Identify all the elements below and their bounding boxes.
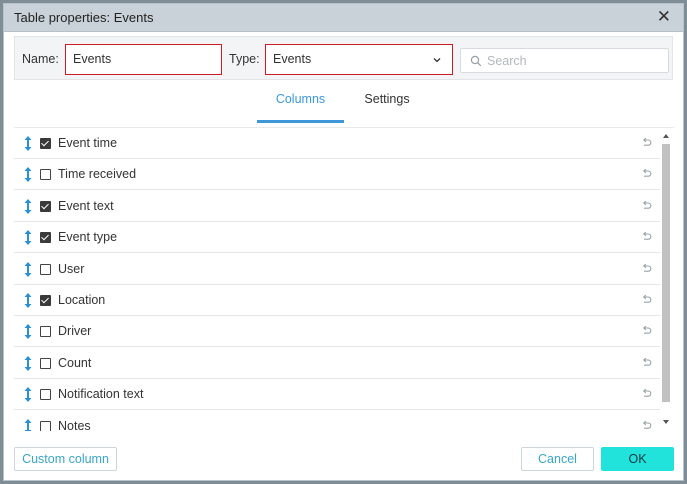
name-label: Name: [22, 52, 59, 66]
column-row[interactable]: User [14, 254, 660, 285]
dialog-titlebar: Table properties: Events ✕ [4, 4, 683, 32]
undo-icon[interactable] [641, 325, 652, 335]
chevron-down-icon [433, 58, 441, 63]
name-field[interactable]: Events [65, 44, 222, 75]
ok-button[interactable]: OK [601, 447, 674, 471]
undo-icon[interactable] [641, 200, 652, 210]
drag-handle-icon[interactable] [24, 261, 32, 277]
undo-icon[interactable] [641, 294, 652, 304]
drag-handle-icon[interactable] [24, 418, 32, 431]
scroll-up-arrow-icon[interactable] [663, 134, 669, 138]
cancel-button[interactable]: Cancel [521, 447, 594, 471]
column-label: Event time [58, 136, 118, 150]
column-checkbox[interactable] [40, 138, 51, 149]
column-row[interactable]: Driver [14, 316, 660, 348]
tab-columns[interactable]: Columns [257, 86, 344, 123]
column-label: User [58, 261, 85, 276]
undo-icon[interactable] [641, 388, 652, 398]
search-icon [470, 55, 482, 67]
drag-handle-icon[interactable] [24, 167, 32, 183]
undo-icon[interactable] [641, 357, 652, 367]
column-label: Notification text [58, 387, 144, 402]
undo-icon[interactable] [641, 263, 652, 273]
column-checkbox[interactable] [40, 295, 51, 306]
table-properties-dialog: Table properties: Events ✕ Name: Events … [3, 3, 684, 481]
scroll-down-arrow-icon[interactable] [663, 420, 669, 424]
drag-handle-icon[interactable] [24, 355, 32, 371]
column-label: Time received [58, 167, 137, 182]
undo-icon[interactable] [641, 137, 652, 147]
column-row[interactable]: Time received [14, 159, 660, 191]
column-row[interactable]: Event text [14, 191, 660, 222]
column-row[interactable]: Notes [14, 411, 660, 431]
tab-settings[interactable]: Settings [344, 86, 430, 120]
column-label: Event text [58, 198, 114, 213]
drag-handle-icon[interactable] [24, 293, 32, 308]
column-label: Driver [58, 324, 92, 339]
column-label: Event type [58, 230, 118, 245]
column-checkbox[interactable] [40, 420, 51, 431]
undo-icon[interactable] [641, 168, 652, 178]
scrollbar-thumb[interactable] [662, 144, 670, 402]
custom-column-button[interactable]: Custom column [14, 447, 117, 471]
type-select-value: Events [273, 52, 312, 66]
search-box[interactable] [460, 48, 669, 73]
list-scrollbar[interactable] [661, 130, 673, 428]
column-label: Location [58, 293, 106, 307]
tab-bar: Columns Settings [257, 86, 430, 123]
column-checkbox[interactable] [40, 263, 51, 275]
column-label: Notes [58, 418, 91, 431]
properties-header: Name: Events Type: Events [14, 36, 673, 80]
column-checkbox[interactable] [40, 389, 51, 401]
close-icon[interactable]: ✕ [657, 8, 671, 26]
column-label: Count [58, 355, 92, 370]
column-row[interactable]: Event time [14, 128, 660, 159]
column-checkbox[interactable] [40, 200, 51, 212]
column-row[interactable]: Count [14, 348, 660, 379]
column-row[interactable]: Location [14, 285, 660, 316]
drag-handle-icon[interactable] [24, 230, 32, 246]
columns-list: Event time Time received Event text Event t… [14, 127, 674, 431]
column-checkbox[interactable] [40, 326, 51, 338]
drag-handle-icon[interactable] [24, 136, 32, 151]
drag-handle-icon[interactable] [24, 324, 32, 340]
column-row[interactable]: Event type [14, 222, 660, 254]
undo-icon[interactable] [641, 420, 652, 430]
column-checkbox[interactable] [40, 357, 51, 369]
dialog-title: Table properties: Events [14, 10, 154, 25]
column-checkbox[interactable] [40, 169, 51, 181]
type-label: Type: [229, 52, 260, 66]
drag-handle-icon[interactable] [24, 387, 32, 403]
column-row[interactable]: Notification text [14, 379, 660, 411]
column-checkbox[interactable] [40, 232, 51, 244]
type-select[interactable]: Events [265, 44, 453, 75]
search-input[interactable] [487, 52, 657, 69]
undo-icon[interactable] [641, 231, 652, 241]
drag-handle-icon[interactable] [24, 198, 32, 214]
